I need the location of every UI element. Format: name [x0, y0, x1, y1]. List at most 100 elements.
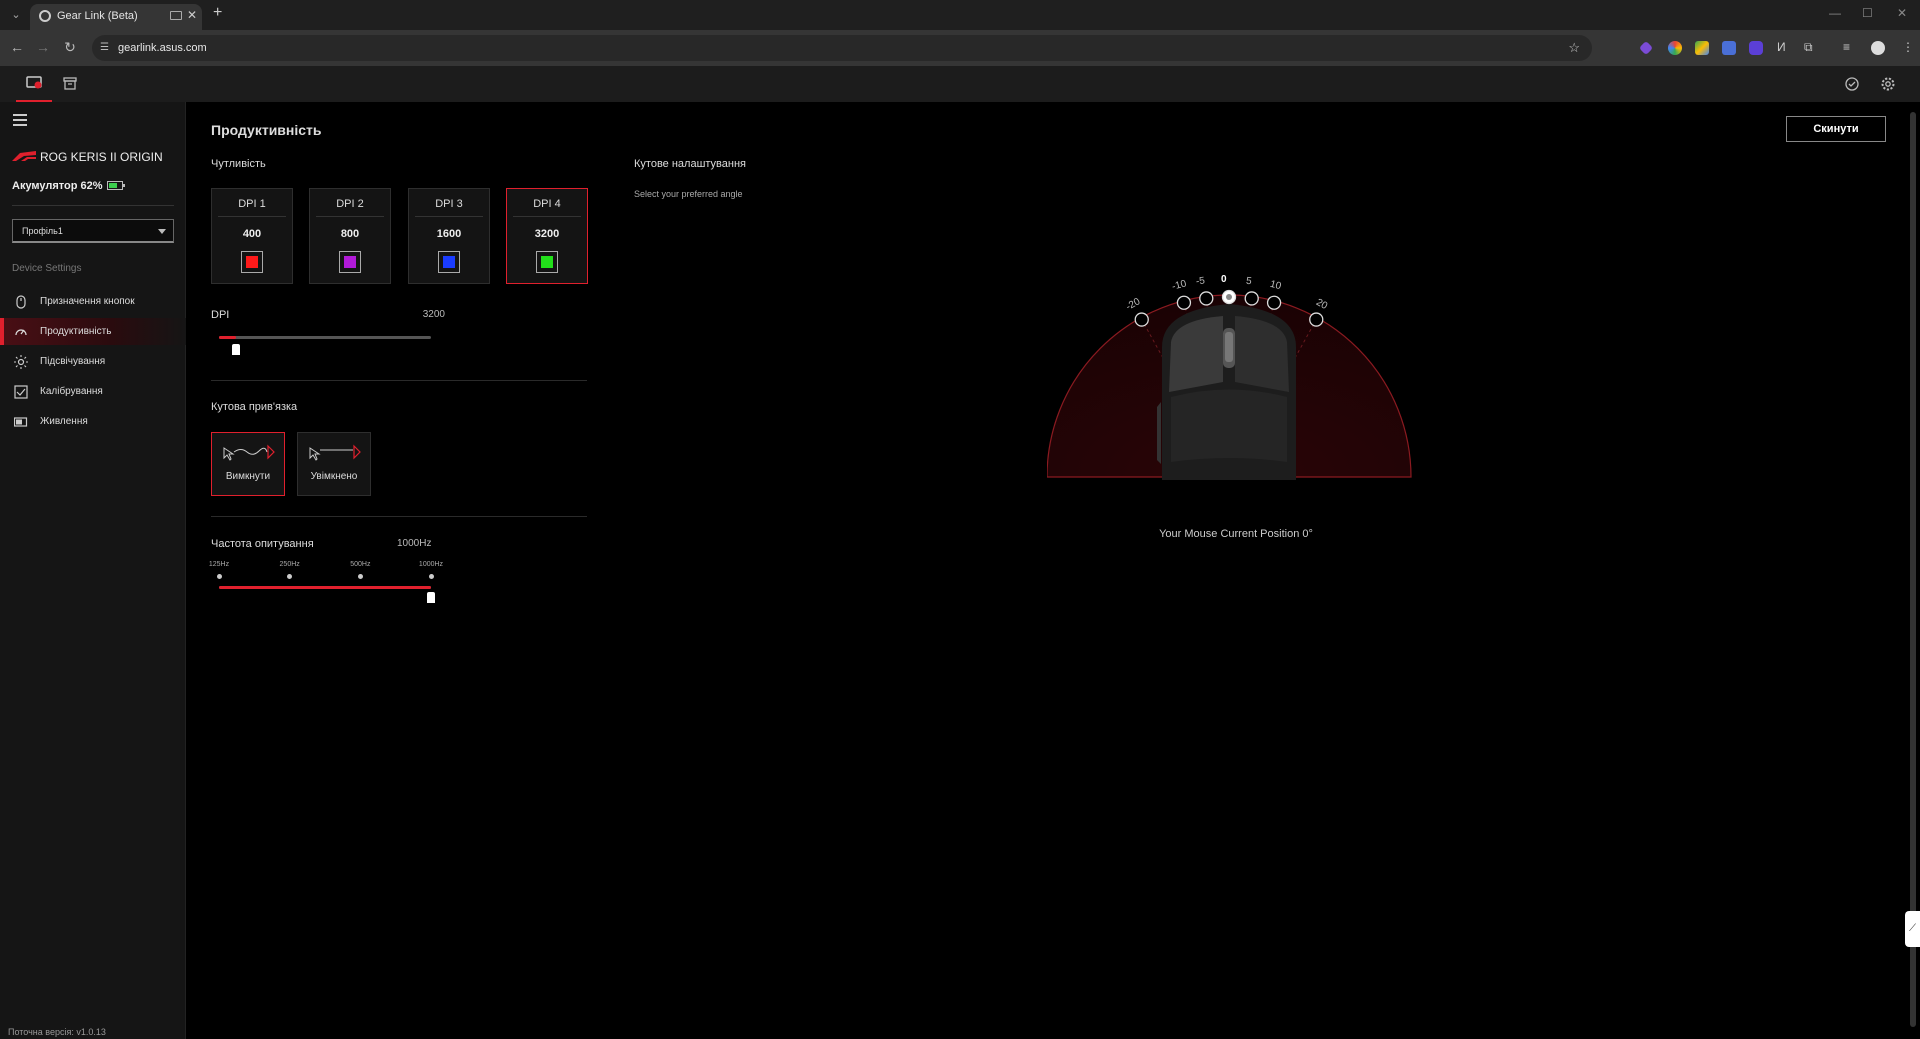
- dpi-stage-card-selected[interactable]: DPI 4 3200: [506, 188, 588, 284]
- window-close-icon[interactable]: ✕: [1897, 6, 1907, 20]
- sidebar-item-label: Продуктивність: [40, 326, 112, 337]
- mouse-icon: [16, 295, 26, 309]
- tab-title: Gear Link (Beta): [57, 10, 138, 22]
- rog-logo-icon: [12, 151, 36, 161]
- page-title: Продуктивність: [211, 122, 322, 138]
- site-info-icon[interactable]: ☰: [100, 42, 112, 54]
- dpi-color-swatch[interactable]: [536, 251, 558, 273]
- dpi-slider-thumb[interactable]: [231, 344, 240, 355]
- angle-mark[interactable]: [1266, 295, 1282, 310]
- device-icon: [26, 76, 42, 89]
- extension-d-icon[interactable]: [1749, 41, 1763, 55]
- angle-snap-on-option[interactable]: Увімкнено: [297, 432, 371, 496]
- forward-icon[interactable]: →: [34, 39, 52, 55]
- dpi-stage-name: DPI 2: [336, 198, 364, 210]
- dpi-slider[interactable]: [219, 336, 431, 339]
- angle-mark[interactable]: [1134, 312, 1149, 327]
- dpi-color-swatch[interactable]: [438, 251, 460, 273]
- chevron-down-icon: [158, 229, 166, 234]
- polling-tick-dot[interactable]: [287, 574, 293, 579]
- divider: [211, 516, 587, 517]
- extensions-puzzle-icon[interactable]: ⧉: [1804, 40, 1813, 55]
- dpi-stage-value: 1600: [436, 228, 462, 240]
- polling-tick-label: 500Hz: [350, 561, 371, 568]
- hamburger-menu-icon[interactable]: [13, 114, 27, 129]
- back-icon[interactable]: ←: [8, 39, 26, 55]
- tab-close-icon[interactable]: ✕: [187, 8, 197, 22]
- media-controls-icon[interactable]: ≡: [1843, 40, 1850, 54]
- browser-menu-icon[interactable]: ⋮: [1902, 40, 1914, 54]
- new-tab-button[interactable]: +: [213, 4, 222, 22]
- app-version: Поточна версія: v1.0.13: [8, 1027, 106, 1037]
- polling-tick-label: 1000Hz: [418, 561, 444, 568]
- reload-icon[interactable]: ↻: [61, 39, 79, 56]
- extension-translate-icon[interactable]: [1722, 41, 1736, 55]
- sync-icon[interactable]: [1844, 76, 1860, 92]
- dpi-color-swatch[interactable]: [241, 251, 263, 273]
- polling-rate-slider-thumb[interactable]: [427, 592, 435, 603]
- reset-button[interactable]: Скинути: [1786, 116, 1886, 142]
- angle-mark[interactable]: [1199, 291, 1214, 306]
- address-bar[interactable]: ☰ gearlink.asus.com ☆: [92, 35, 1592, 61]
- dpi-stage-card[interactable]: DPI 2 800: [309, 188, 391, 284]
- dpi-stage-card[interactable]: DPI 3 1600: [408, 188, 490, 284]
- profile-avatar[interactable]: [1871, 41, 1885, 55]
- option-label: Вимкнути: [225, 471, 271, 482]
- mouse-image: [1157, 304, 1296, 480]
- sidebar-item-label: Живлення: [40, 416, 88, 427]
- angle-mark[interactable]: [1309, 312, 1324, 327]
- sidebar-item-calibration[interactable]: Калібрування: [0, 378, 186, 405]
- divider: [316, 216, 384, 217]
- store-tab[interactable]: [62, 75, 78, 91]
- divider: [211, 380, 587, 381]
- angle-mark[interactable]: [1176, 295, 1192, 310]
- sensitivity-label: Чутливість: [211, 158, 266, 170]
- dpi-slider-fill: [219, 336, 236, 339]
- browser-tab[interactable]: Gear Link (Beta) ✕: [30, 4, 202, 30]
- device-tab[interactable]: [16, 66, 52, 102]
- side-panel-handle-icon[interactable]: ⟋: [1905, 911, 1920, 947]
- extension-drive-icon[interactable]: [1695, 41, 1709, 55]
- sidebar-item-lighting[interactable]: Підсвічування: [0, 348, 186, 375]
- angle-number: -5: [1195, 275, 1206, 288]
- divider: [513, 216, 581, 217]
- dpi-value: 3200: [422, 309, 445, 320]
- tab-search-icon[interactable]: ⌄: [8, 7, 24, 23]
- angle-mark[interactable]: [1244, 291, 1259, 306]
- sidebar-item-label: Калібрування: [40, 386, 103, 397]
- extension-chrome-icon[interactable]: [1668, 41, 1682, 55]
- angle-tuning-dial[interactable]: [1047, 232, 1425, 522]
- extension-i-icon[interactable]: И: [1777, 40, 1786, 54]
- sidebar-item-label: Підсвічування: [40, 356, 106, 367]
- settings-gear-icon[interactable]: [1880, 76, 1896, 92]
- polling-rate-slider[interactable]: [219, 586, 431, 589]
- favicon-icon: [39, 10, 51, 22]
- device-settings-label: Device Settings: [12, 263, 82, 274]
- angle-number: 5: [1245, 275, 1252, 287]
- angle-tuning-subtitle: Select your preferred angle: [634, 189, 743, 199]
- minimize-icon[interactable]: —: [1829, 6, 1841, 20]
- profile-value: Профіль1: [22, 226, 63, 236]
- profile-select[interactable]: Профіль1: [12, 219, 174, 243]
- dpi-stage-value: 400: [242, 228, 262, 240]
- polling-rate-slider-fill: [219, 586, 431, 589]
- sidebar-item-performance[interactable]: Продуктивність: [0, 318, 186, 345]
- dpi-stage-name: DPI 4: [533, 198, 561, 210]
- app-topbar: [0, 66, 1920, 102]
- bookmark-star-icon[interactable]: ☆: [1568, 40, 1580, 56]
- dpi-color-swatch[interactable]: [339, 251, 361, 273]
- divider: [218, 216, 286, 217]
- extension-pen-icon[interactable]: [1638, 40, 1654, 56]
- dpi-stage-card[interactable]: DPI 1 400: [211, 188, 293, 284]
- angle-snap-off-option[interactable]: Вимкнути: [211, 432, 285, 496]
- polling-tick-dot[interactable]: [357, 574, 363, 579]
- polling-tick-dot[interactable]: [216, 574, 222, 579]
- sidebar-item-button-assignment[interactable]: Призначення кнопок: [0, 288, 186, 315]
- url-text: gearlink.asus.com: [118, 42, 207, 54]
- polling-tick-dot[interactable]: [428, 574, 434, 579]
- scrollbar-thumb[interactable]: [1910, 112, 1916, 1027]
- maximize-icon[interactable]: ☐: [1862, 6, 1873, 20]
- sidebar-item-power[interactable]: Живлення: [0, 408, 186, 435]
- dpi-stage-value: 3200: [534, 228, 560, 240]
- vertical-scrollbar[interactable]: [1907, 102, 1920, 1039]
